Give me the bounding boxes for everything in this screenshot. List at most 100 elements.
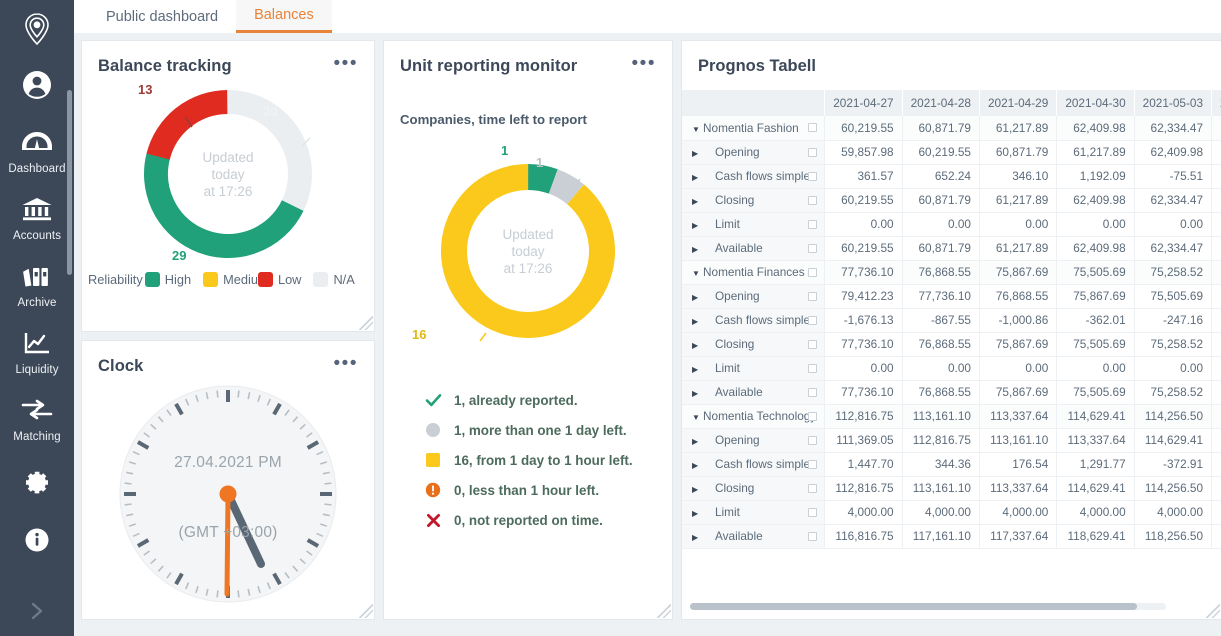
- table-cell[interactable]: 113,161.10: [902, 476, 979, 500]
- table-cell[interactable]: 114,256.50: [1212, 428, 1221, 452]
- location-radar-logo-icon[interactable]: [14, 6, 60, 52]
- row-checkbox[interactable]: [808, 484, 817, 493]
- table-cell[interactable]: 62,334.47: [1134, 236, 1211, 260]
- table-col-header-label[interactable]: [682, 90, 825, 116]
- sidebar-item-archive[interactable]: Archive: [0, 260, 74, 309]
- table-cell[interactable]: 79,412.23: [825, 284, 902, 308]
- table-cell[interactable]: 118,256.50: [1134, 524, 1211, 548]
- table-cell[interactable]: 60,871.79: [902, 188, 979, 212]
- table-row-label[interactable]: Nomentia Technology: [682, 404, 825, 428]
- table-cell[interactable]: 62,334.47: [1134, 188, 1211, 212]
- more-options-icon[interactable]: •••: [334, 359, 358, 375]
- chevron-down-icon[interactable]: [692, 125, 703, 134]
- sidebar-expand-button[interactable]: [0, 598, 74, 628]
- table-cell[interactable]: 60,871.79: [979, 140, 1056, 164]
- card-resize-handle[interactable]: [359, 604, 373, 618]
- chevron-right-icon[interactable]: [692, 173, 703, 182]
- table-row[interactable]: Cash flows simple-1,676.13-867.55-1,000.…: [682, 308, 1221, 332]
- table-row-label[interactable]: Cash flows simple: [682, 452, 825, 476]
- table-cell[interactable]: 61,217.89: [1057, 140, 1134, 164]
- table-cell[interactable]: 0.00: [902, 212, 979, 236]
- sidebar-item-liquidity[interactable]: Liquidity: [0, 327, 74, 376]
- table-cell[interactable]: 75,505.69: [1057, 260, 1134, 284]
- chevron-down-icon[interactable]: [692, 269, 703, 278]
- chevron-right-icon[interactable]: [692, 509, 703, 518]
- table-cell[interactable]: -408.86: [1212, 164, 1221, 188]
- table-cell[interactable]: 113,337.64: [979, 404, 1056, 428]
- table-cell[interactable]: 114,629.41: [1134, 428, 1211, 452]
- table-cell[interactable]: 77,736.10: [825, 332, 902, 356]
- table-cell[interactable]: 116,816.75: [825, 524, 902, 548]
- row-checkbox[interactable]: [808, 316, 817, 325]
- table-cell[interactable]: 361.57: [825, 164, 902, 188]
- table-col-header-date[interactable]: 2021-04-28: [902, 90, 979, 116]
- table-cell[interactable]: 0.00: [1134, 356, 1211, 380]
- table-cell[interactable]: 1,954.03: [1212, 308, 1221, 332]
- table-cell[interactable]: 4,000.00: [902, 500, 979, 524]
- chevron-right-icon[interactable]: [692, 197, 703, 206]
- table-row[interactable]: Opening111,369.05112,816.75113,161.10113…: [682, 428, 1221, 452]
- table-scroll-area[interactable]: 2021-04-272021-04-282021-04-292021-04-30…: [682, 90, 1221, 588]
- table-cell[interactable]: 62,409.98: [1134, 140, 1211, 164]
- table-row-label[interactable]: Limit: [682, 500, 825, 524]
- table-cell[interactable]: 117,798.84: [1212, 524, 1221, 548]
- table-row[interactable]: Limit4,000.004,000.004,000.004,000.004,0…: [682, 500, 1221, 524]
- table-cell[interactable]: -457.66: [1212, 452, 1221, 476]
- table-cell[interactable]: 113,337.64: [1057, 428, 1134, 452]
- card-resize-handle[interactable]: [657, 604, 671, 618]
- table-cell[interactable]: 176.54: [979, 452, 1056, 476]
- table-cell[interactable]: 4,000.00: [979, 500, 1056, 524]
- chevron-right-icon[interactable]: [692, 437, 703, 446]
- row-checkbox[interactable]: [808, 196, 817, 205]
- table-cell[interactable]: 75,867.69: [1057, 284, 1134, 308]
- card-resize-handle[interactable]: [1206, 604, 1220, 618]
- sidebar-item-matching[interactable]: Matching: [0, 394, 74, 443]
- sidebar-scrollbar-thumb[interactable]: [67, 90, 72, 275]
- table-cell[interactable]: 62,334.47: [1212, 140, 1221, 164]
- tab-public-dashboard[interactable]: Public dashboard: [88, 0, 236, 33]
- table-cell[interactable]: 113,337.64: [979, 476, 1056, 500]
- more-options-icon[interactable]: •••: [334, 59, 358, 75]
- table-cell[interactable]: 77,212.55: [1212, 260, 1221, 284]
- chevron-right-icon[interactable]: [692, 389, 703, 398]
- row-checkbox[interactable]: [808, 364, 817, 373]
- table-cell[interactable]: 0.00: [979, 356, 1056, 380]
- table-cell[interactable]: 112,816.75: [825, 404, 902, 428]
- scrollbar-thumb[interactable]: [690, 603, 1137, 610]
- table-cell[interactable]: -75.51: [1134, 164, 1211, 188]
- table-cell[interactable]: 114,629.41: [1057, 404, 1134, 428]
- row-checkbox[interactable]: [808, 268, 817, 277]
- table-cell[interactable]: -372.91: [1134, 452, 1211, 476]
- card-resize-handle[interactable]: [359, 316, 373, 330]
- table-col-header-date[interactable]: 2021-04-27: [825, 90, 902, 116]
- table-row-label[interactable]: Opening: [682, 428, 825, 452]
- table-cell[interactable]: -247.16: [1134, 308, 1211, 332]
- table-cell[interactable]: 1,447.70: [825, 452, 902, 476]
- table-cell[interactable]: 346.10: [979, 164, 1056, 188]
- table-cell[interactable]: 77,736.10: [825, 260, 902, 284]
- table-cell[interactable]: 113,798.84: [1212, 476, 1221, 500]
- chevron-right-icon[interactable]: [692, 149, 703, 158]
- table-cell[interactable]: 76,868.55: [902, 332, 979, 356]
- table-cell[interactable]: 75,505.69: [1057, 332, 1134, 356]
- table-cell[interactable]: 75,258.52: [1134, 380, 1211, 404]
- row-checkbox[interactable]: [808, 340, 817, 349]
- table-cell[interactable]: 62,409.98: [1057, 116, 1134, 140]
- table-row[interactable]: Cash flows simple361.57652.24346.101,192…: [682, 164, 1221, 188]
- table-cell[interactable]: 114,629.41: [1057, 476, 1134, 500]
- chevron-right-icon[interactable]: [692, 317, 703, 326]
- table-cell[interactable]: 61,217.89: [979, 236, 1056, 260]
- table-cell[interactable]: 0.00: [979, 212, 1056, 236]
- table-cell[interactable]: 75,258.52: [1212, 284, 1221, 308]
- chevron-right-icon[interactable]: [692, 341, 703, 350]
- table-cell[interactable]: 77,736.10: [825, 380, 902, 404]
- table-cell[interactable]: 60,871.79: [902, 116, 979, 140]
- table-cell[interactable]: 61,925.61: [1212, 116, 1221, 140]
- table-cell[interactable]: 344.36: [902, 452, 979, 476]
- table-cell[interactable]: 61,217.89: [979, 188, 1056, 212]
- table-cell[interactable]: 61,925.61: [1212, 188, 1221, 212]
- sidebar-item-accounts[interactable]: Accounts: [0, 193, 74, 242]
- table-row-label[interactable]: Nomentia Finances: [682, 260, 825, 284]
- row-checkbox[interactable]: [808, 508, 817, 517]
- table-cell[interactable]: 75,258.52: [1134, 260, 1211, 284]
